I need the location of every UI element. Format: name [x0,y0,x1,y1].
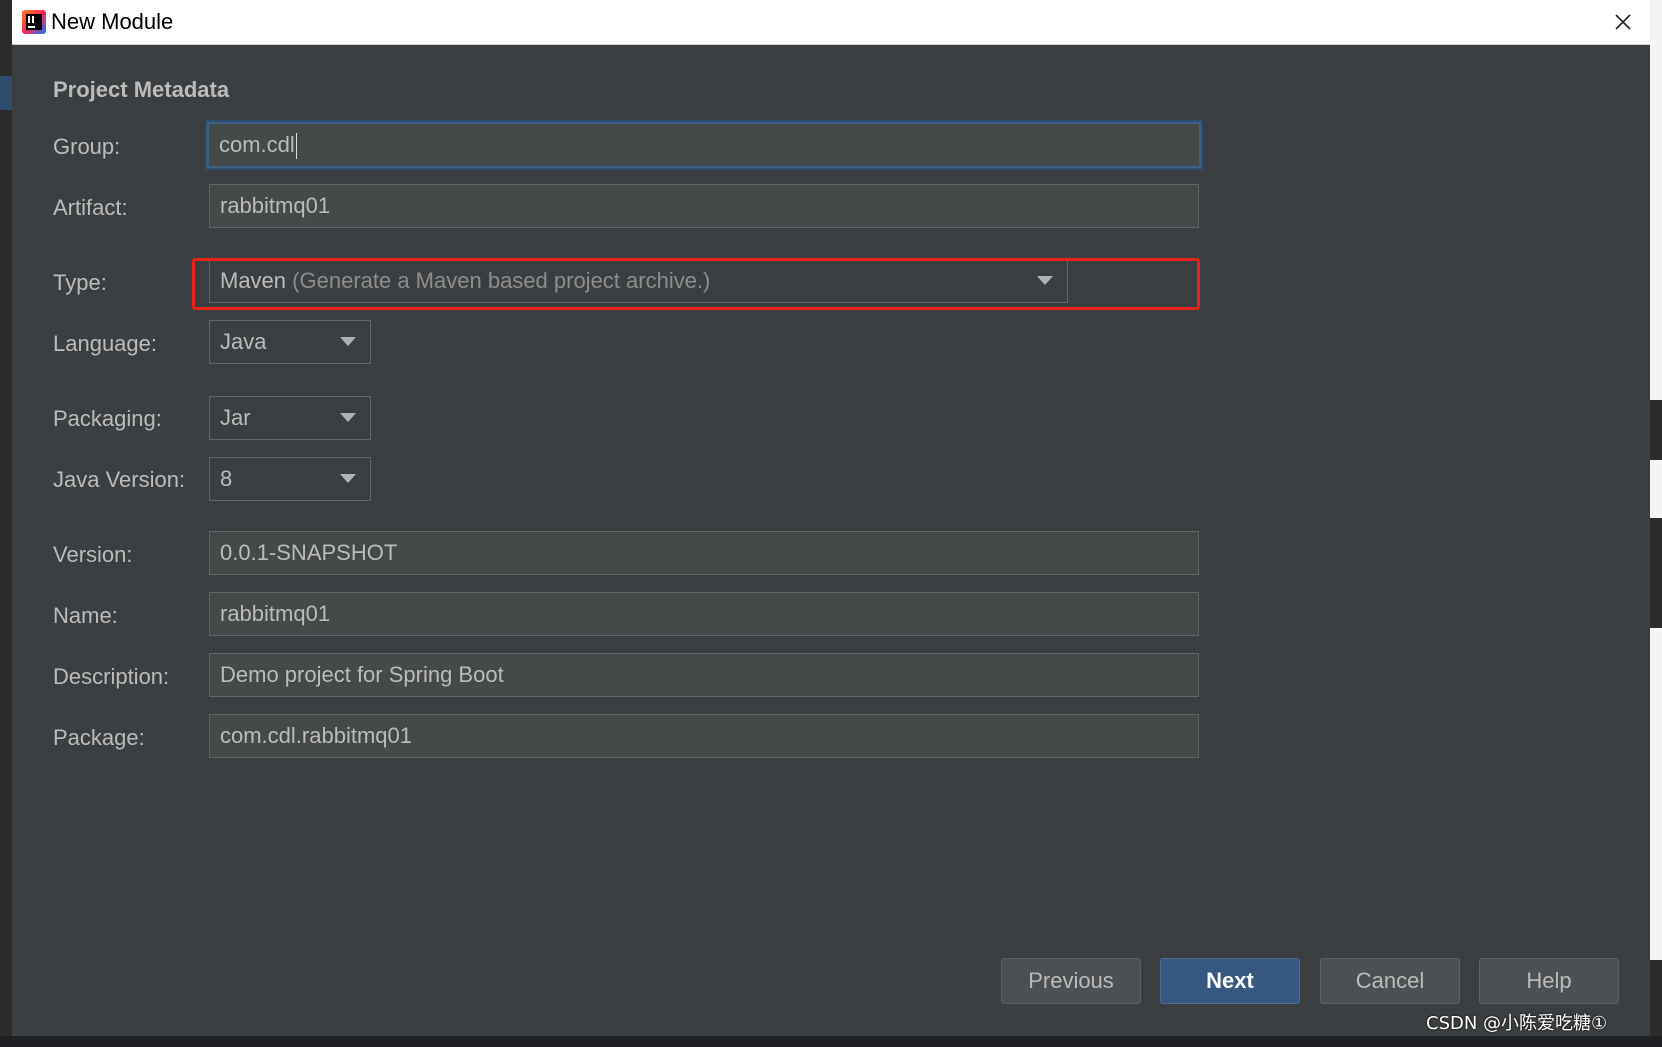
background-block [1650,400,1662,460]
group-value: com.cdl [219,132,295,157]
description-input[interactable]: Demo project for Spring Boot [209,653,1199,697]
background-app-right-edge [1650,0,1662,1047]
version-input[interactable]: 0.0.1-SNAPSHOT [209,531,1199,575]
java-version-value: 8 [220,466,233,491]
section-title: Project Metadata [53,77,230,102]
help-button[interactable]: Help [1479,958,1619,1004]
description-label: Description: [53,664,170,689]
name-input[interactable]: rabbitmq01 [209,592,1199,636]
artifact-value: rabbitmq01 [220,193,331,218]
group-label: Group: [53,134,121,159]
name-label: Name: [53,603,118,628]
text-cursor [295,133,297,160]
package-value: com.cdl.rabbitmq01 [220,723,412,748]
background-app-bottom-edge [0,1036,1662,1047]
language-value: Java [220,329,267,354]
previous-button[interactable]: Previous [1001,958,1141,1004]
package-input[interactable]: com.cdl.rabbitmq01 [209,714,1199,758]
language-dropdown[interactable]: Java [209,320,371,364]
java-version-dropdown[interactable]: 8 [209,457,371,501]
type-label: Type: [53,270,107,295]
version-value: 0.0.1-SNAPSHOT [220,540,398,565]
next-button[interactable]: Next [1160,958,1300,1004]
description-value: Demo project for Spring Boot [220,662,504,687]
new-module-dialog: New Module Project Metadata Group: com.c… [12,0,1650,1036]
annotation-highlight-box [192,258,1200,310]
background-selection [0,76,12,110]
intellij-app-icon [22,10,46,34]
java-version-label: Java Version: [53,467,186,492]
title-bar: New Module [12,0,1650,45]
chevron-down-icon [340,337,356,346]
window-title: New Module [51,9,174,34]
packaging-label: Packaging: [53,406,162,431]
watermark: CSDN @小陈爱吃糖① [1426,1013,1608,1034]
version-label: Version: [53,542,133,567]
background-block [1650,518,1662,628]
package-label: Package: [53,725,145,750]
packaging-value: Jar [220,405,251,430]
background-app-left-edge [0,0,12,1047]
packaging-dropdown[interactable]: Jar [209,396,371,440]
name-value: rabbitmq01 [220,601,331,626]
chevron-down-icon [340,474,356,483]
group-input[interactable]: com.cdl [207,122,1201,168]
chevron-down-icon [340,413,356,422]
artifact-input[interactable]: rabbitmq01 [209,184,1199,228]
artifact-label: Artifact: [53,195,128,220]
background-block [1650,960,1662,1036]
close-icon[interactable] [1609,9,1637,35]
language-label: Language: [53,331,157,356]
cancel-button[interactable]: Cancel [1320,958,1460,1004]
